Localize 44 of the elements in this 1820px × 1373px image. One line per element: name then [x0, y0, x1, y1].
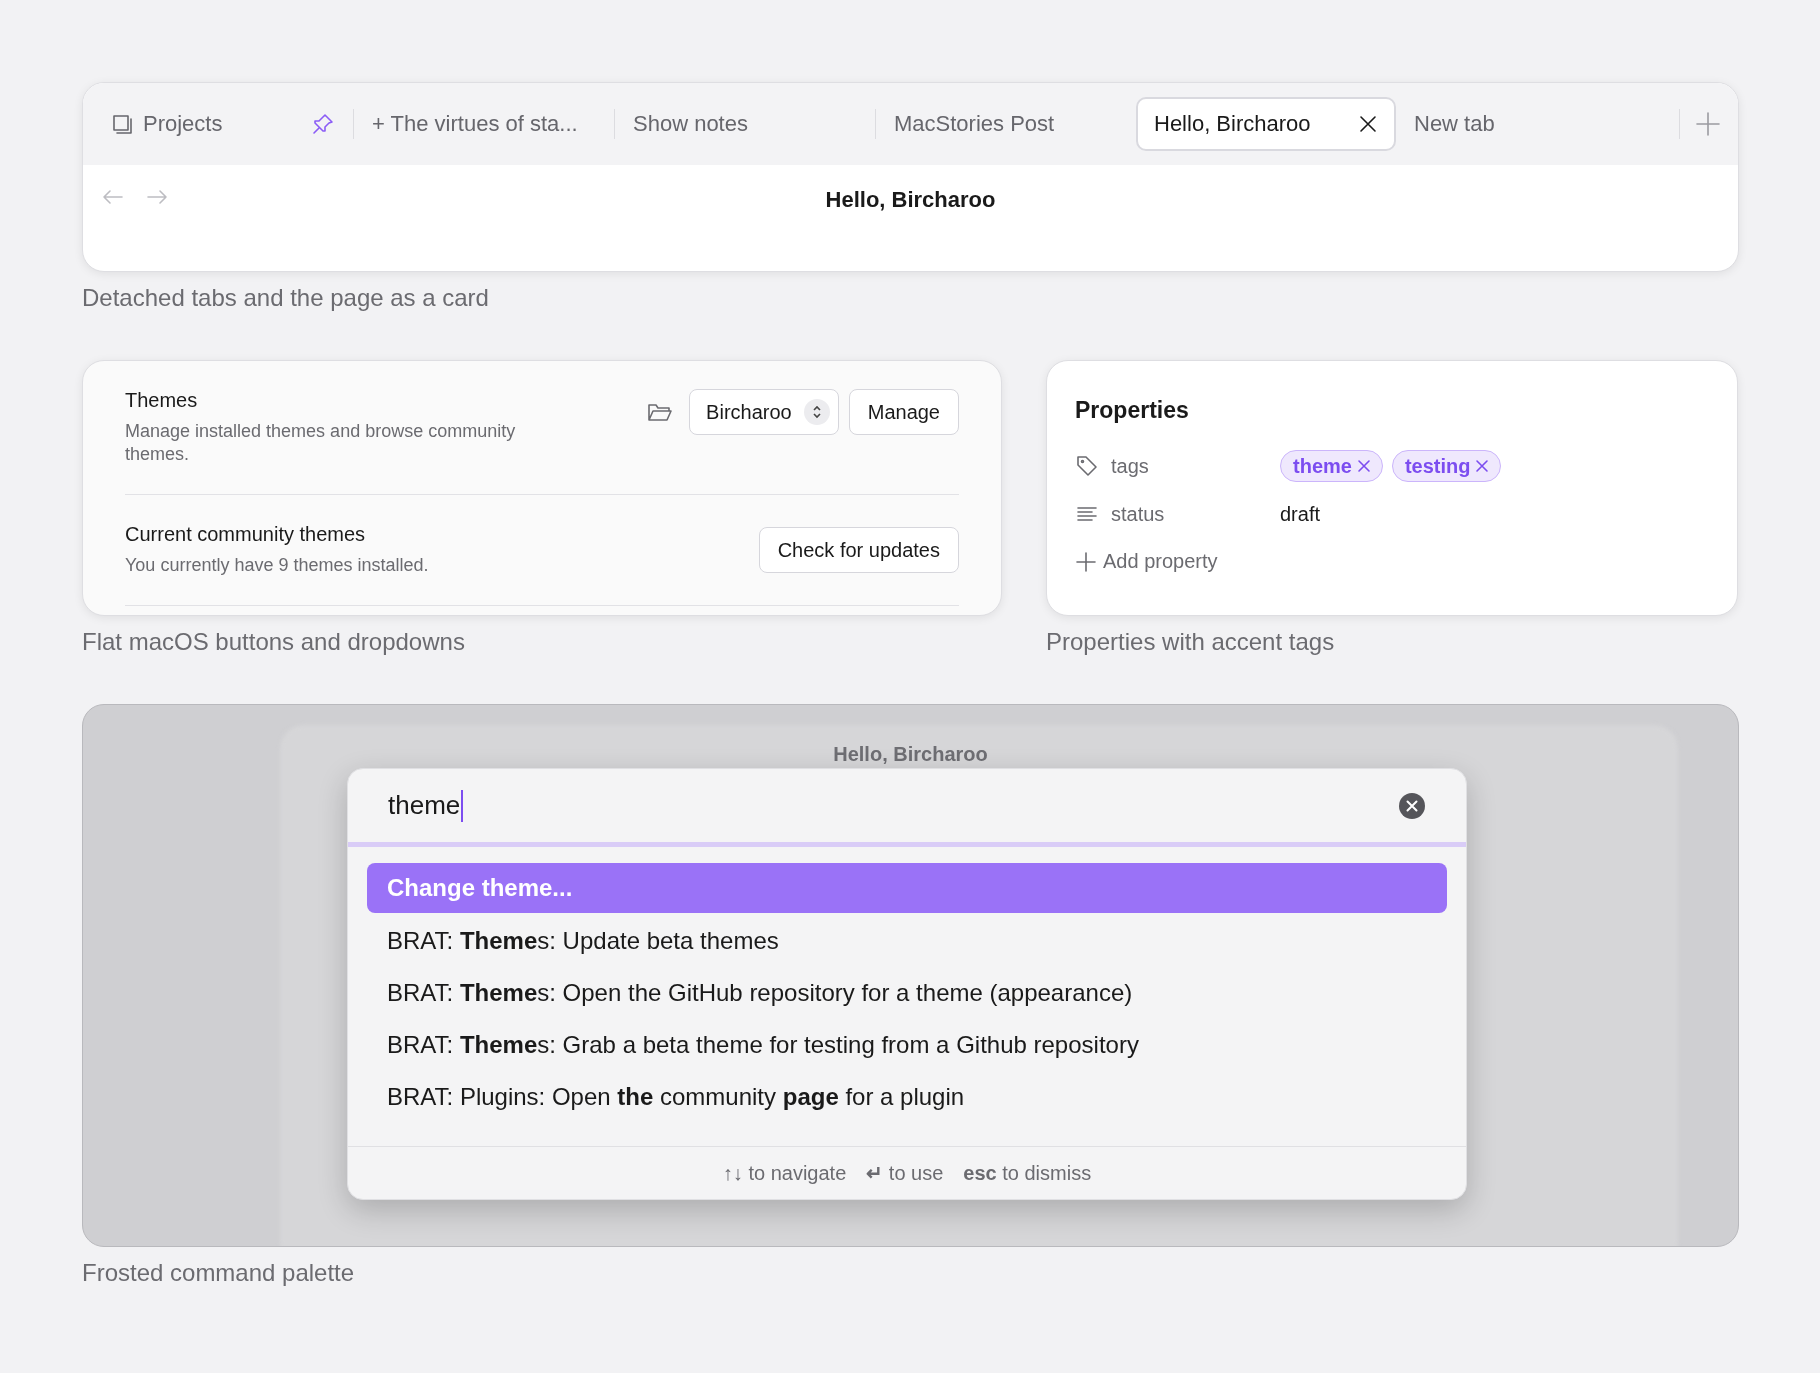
properties-title: Properties — [1075, 397, 1190, 424]
keyboard-hint: ↑↓ to navigate — [722, 1161, 847, 1185]
property-name: tags — [1111, 454, 1149, 478]
close-icon — [1474, 458, 1491, 474]
tag-icon — [1075, 454, 1099, 478]
tab[interactable]: MacStories Post — [876, 97, 1136, 151]
setting-description: Manage installed themes and browse community themes. — [125, 420, 517, 466]
property-value[interactable]: draft — [1280, 502, 1321, 526]
stacked-squares-icon — [111, 113, 133, 135]
tab[interactable]: Show notes — [615, 97, 875, 151]
settings-button[interactable]: Check for updates — [758, 527, 959, 573]
tag-pill[interactable]: theme — [1280, 450, 1383, 482]
command-item[interactable]: BRAT: Themes: Open the GitHub repository for a theme (appearance) — [367, 967, 1447, 1019]
pin-icon — [311, 112, 335, 136]
tag-pill[interactable]: testing — [1391, 450, 1502, 482]
tab[interactable]: + The virtues of sta... — [354, 97, 614, 151]
search-field[interactable]: theme — [348, 769, 1466, 847]
blurred-page-title: Hello, Bircharoo — [833, 743, 988, 765]
property-name: status — [1111, 502, 1165, 526]
tab[interactable]: Hello, Bircharoo — [1136, 97, 1396, 151]
close-icon — [1358, 114, 1378, 134]
clear-icon[interactable] — [1398, 791, 1426, 820]
command-item[interactable]: BRAT: Plugins: Open the community page for a plugin — [367, 1071, 1447, 1123]
command-item[interactable]: BRAT: Themes: Update beta themes — [367, 915, 1447, 967]
plus-icon — [1075, 550, 1097, 573]
setting-title: Themes — [125, 389, 199, 412]
caption: Frosted command palette — [82, 1259, 356, 1287]
page-title: Hello, Bircharoo — [825, 187, 996, 212]
theme-dropdown[interactable]: Bircharoo — [689, 389, 839, 435]
keyboard-hint: esc to dismiss — [963, 1161, 1092, 1185]
add-property-button[interactable]: Add property — [1075, 550, 1709, 573]
tab[interactable]: New tab — [1396, 97, 1656, 151]
keyboard-hint: ↵ to use — [866, 1161, 944, 1185]
setting-title: Current community themes — [125, 523, 367, 546]
caption: Flat macOS buttons and dropdowns — [82, 628, 466, 656]
folder-icon[interactable] — [647, 401, 674, 423]
setting-description: You currently have 9 themes installed. — [125, 554, 430, 577]
caption: Detached tabs and the page as a card — [82, 284, 490, 312]
command-item[interactable]: BRAT: Themes: Grab a beta theme for testing from a Github repository — [367, 1019, 1447, 1071]
caption: Properties with accent tags — [1046, 628, 1336, 656]
close-icon — [1355, 458, 1372, 474]
chevron-icon — [803, 399, 830, 425]
tab[interactable]: Projects — [93, 97, 353, 151]
settings-button[interactable]: Manage — [848, 389, 959, 435]
